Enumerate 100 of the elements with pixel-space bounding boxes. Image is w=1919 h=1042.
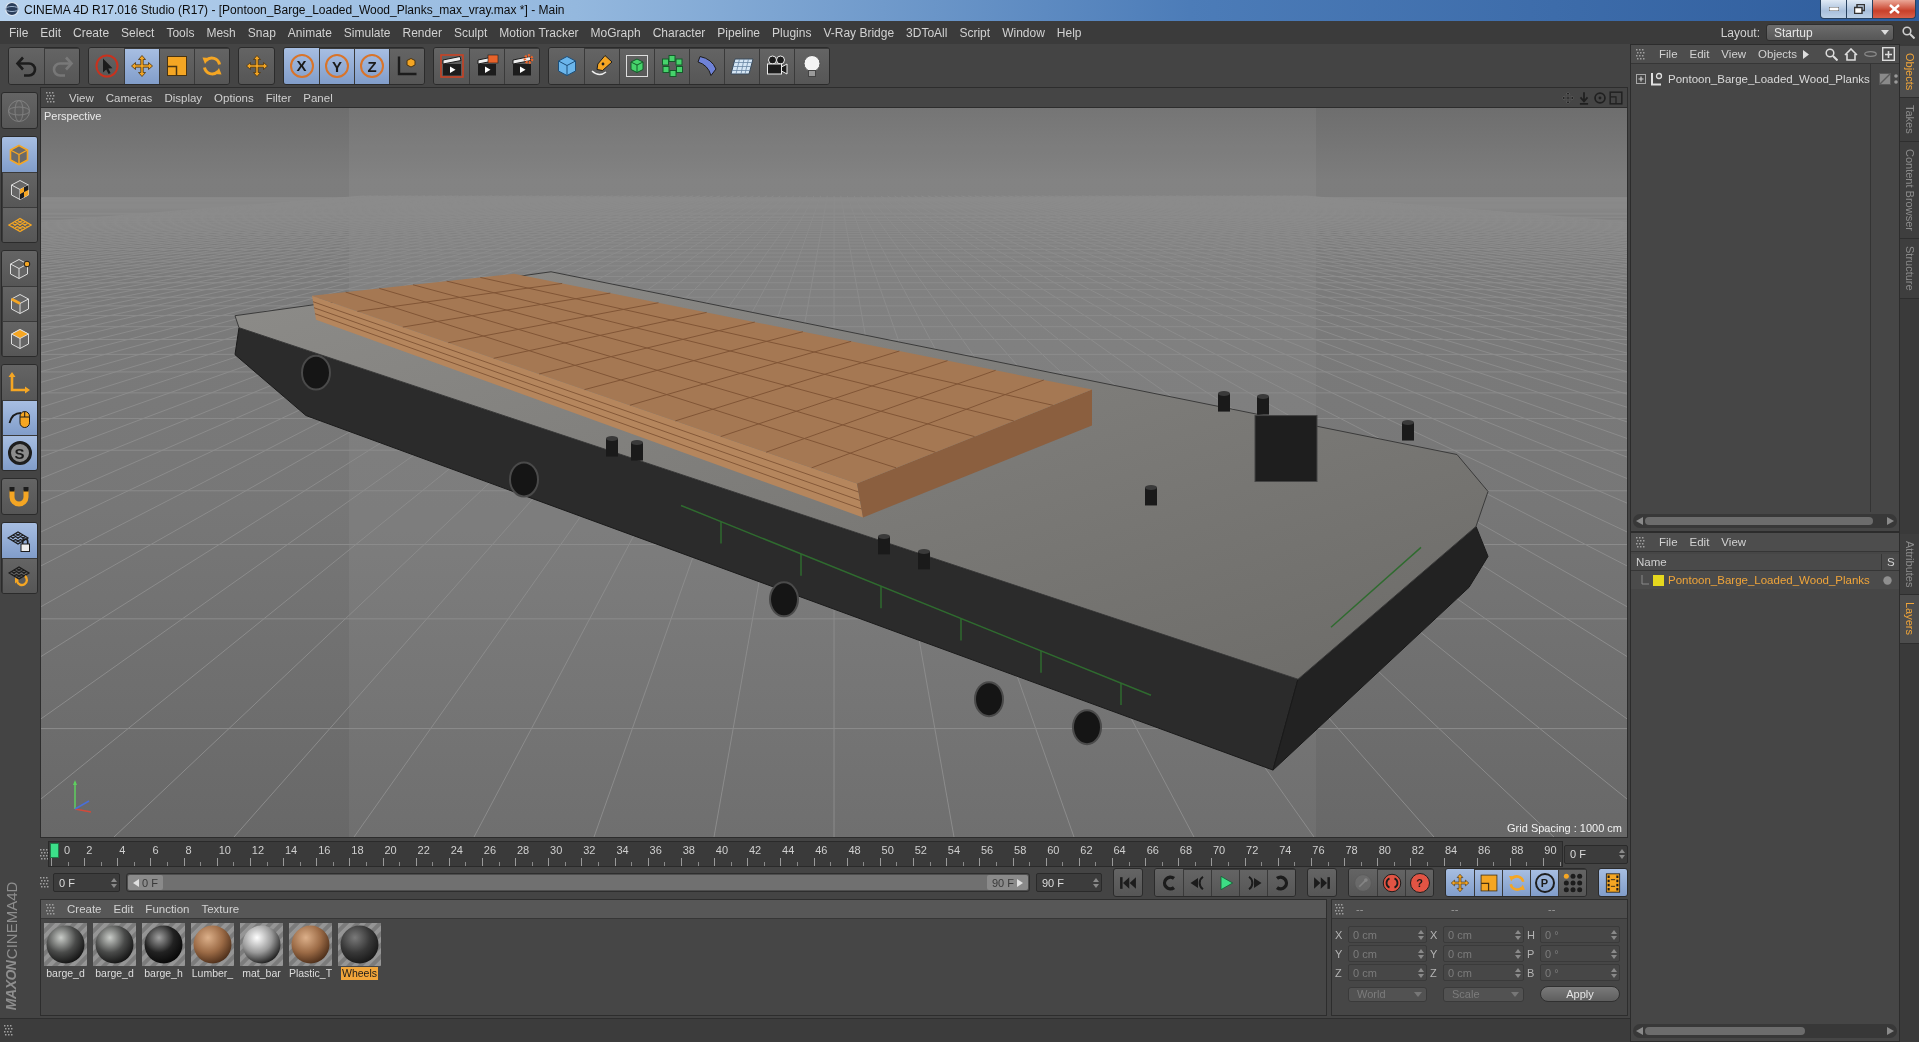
render-settings-button[interactable] bbox=[504, 47, 539, 84]
menu-item[interactable]: File bbox=[3, 21, 35, 44]
axis-lock-button[interactable]: X bbox=[284, 47, 319, 84]
material-swatch[interactable]: Plastic_T bbox=[287, 923, 334, 980]
workplane-mode-button[interactable] bbox=[1, 207, 37, 242]
grip-handle-icon[interactable] bbox=[1335, 903, 1344, 915]
scroll-right-arrow-icon[interactable] bbox=[1887, 1027, 1894, 1035]
material-swatch[interactable]: barge_d bbox=[42, 923, 89, 980]
restore-button[interactable] bbox=[1846, 0, 1873, 19]
circle-dot-icon[interactable] bbox=[1593, 90, 1607, 105]
menu-item[interactable]: Window bbox=[996, 21, 1051, 44]
camera-button[interactable] bbox=[759, 47, 794, 84]
horizontal-scrollbar[interactable] bbox=[1633, 1024, 1897, 1038]
side-tab[interactable]: Structure bbox=[1900, 239, 1919, 299]
model-mode-button[interactable] bbox=[1, 137, 37, 172]
menu-item[interactable]: Mesh bbox=[200, 21, 242, 44]
edges-mode-button[interactable] bbox=[1, 286, 37, 321]
dot-icon[interactable] bbox=[1883, 575, 1892, 585]
subdivision-button[interactable] bbox=[619, 47, 654, 84]
material-swatch[interactable]: barge_h bbox=[140, 923, 187, 980]
parameter-key-button[interactable]: P bbox=[1530, 869, 1558, 896]
menu-item[interactable]: Plugins bbox=[766, 21, 818, 44]
viewport-menu-item[interactable]: Panel bbox=[297, 88, 339, 107]
cloner-button[interactable] bbox=[654, 47, 689, 84]
side-tab[interactable]: Layers bbox=[1900, 595, 1919, 644]
object-name[interactable]: Pontoon_Barge_Loaded_Wood_Planks bbox=[1668, 73, 1870, 85]
grip-handle-icon[interactable] bbox=[1636, 536, 1645, 548]
timeline-button[interactable] bbox=[1598, 868, 1628, 897]
position-key-button[interactable] bbox=[1446, 869, 1474, 896]
menu-item[interactable]: Edit bbox=[1683, 533, 1716, 551]
pen-tool-button[interactable] bbox=[584, 47, 619, 84]
menu-item[interactable]: Script bbox=[953, 21, 997, 44]
previous-frame-button[interactable] bbox=[1183, 869, 1211, 896]
previous-key-button[interactable] bbox=[1155, 869, 1183, 896]
home-icon[interactable] bbox=[1844, 47, 1858, 61]
scale-tool-button[interactable] bbox=[159, 47, 194, 84]
playhead-handle[interactable] bbox=[50, 843, 59, 858]
viewport-menu-item[interactable]: Filter bbox=[259, 88, 298, 107]
menu-item[interactable]: Edit bbox=[107, 900, 140, 918]
select-tool-button[interactable] bbox=[89, 47, 124, 84]
plus-box-icon[interactable] bbox=[1882, 47, 1895, 61]
side-tab[interactable]: Objects bbox=[1900, 46, 1919, 99]
coordinate-system-button[interactable] bbox=[389, 47, 424, 84]
grip-handle-icon[interactable] bbox=[4, 1025, 13, 1036]
side-tab[interactable]: Attributes bbox=[1900, 534, 1919, 596]
texture-mode-button[interactable] bbox=[1, 172, 37, 207]
menu-item[interactable]: Pipeline bbox=[711, 21, 767, 44]
viewport-menu-item[interactable]: Display bbox=[158, 88, 209, 107]
next-frame-button[interactable] bbox=[1239, 869, 1267, 896]
side-tab[interactable]: Content Browser bbox=[1900, 142, 1919, 239]
deformer-button[interactable] bbox=[689, 47, 724, 84]
undo-button[interactable] bbox=[9, 47, 44, 84]
scrollbar-thumb[interactable] bbox=[1645, 1027, 1805, 1035]
grip-handle-icon[interactable] bbox=[46, 92, 55, 103]
menu-item[interactable]: Objects bbox=[1752, 45, 1804, 63]
viewport-menu-item[interactable]: Cameras bbox=[99, 88, 159, 107]
menu-item[interactable]: Render bbox=[396, 21, 448, 44]
snap-button[interactable]: S bbox=[1, 435, 37, 470]
menu-item[interactable]: Animate bbox=[281, 21, 338, 44]
go-to-end-button[interactable] bbox=[1307, 868, 1337, 897]
horizontal-scrollbar[interactable] bbox=[1633, 514, 1897, 528]
scale-key-button[interactable] bbox=[1474, 869, 1502, 896]
scroll-right-arrow-icon[interactable] bbox=[1887, 517, 1894, 525]
record-button[interactable] bbox=[1377, 869, 1405, 896]
axis-lock-button[interactable]: Z bbox=[354, 47, 389, 84]
expand-plus-icon[interactable] bbox=[1636, 74, 1646, 84]
menu-item[interactable]: 3DToAll bbox=[900, 21, 954, 44]
polygons-mode-button[interactable] bbox=[1, 321, 37, 356]
layout-dropdown[interactable]: Startup bbox=[1766, 24, 1894, 41]
column-header[interactable]: S bbox=[1881, 554, 1899, 570]
points-mode-button[interactable] bbox=[1, 251, 37, 286]
grip-handle-icon[interactable] bbox=[1636, 48, 1645, 60]
search-icon[interactable] bbox=[1825, 47, 1838, 61]
align-workplane-button[interactable] bbox=[1, 558, 37, 593]
minimize-button[interactable] bbox=[1820, 0, 1847, 19]
menu-item[interactable]: Sculpt bbox=[447, 21, 494, 44]
material-swatch[interactable]: barge_d bbox=[91, 923, 138, 980]
frame-range-slider[interactable]: 0 F 90 F bbox=[126, 873, 1030, 892]
menu-item[interactable]: Simulate bbox=[337, 21, 397, 44]
floor-object-button[interactable] bbox=[724, 47, 759, 84]
play-button[interactable] bbox=[1211, 869, 1239, 896]
close-button[interactable] bbox=[1872, 0, 1916, 19]
viewport-menu-item[interactable]: Options bbox=[208, 88, 260, 107]
axis-lock-button[interactable]: Y bbox=[319, 47, 354, 84]
transform-tool-button[interactable] bbox=[238, 46, 275, 85]
menu-item[interactable]: View bbox=[1715, 533, 1753, 551]
timeline-ruler[interactable]: 0 2 4 6 8 10 12 14 16 18 20 22 24 26 28 30 32 34 36 38 40 42 44 46 48 50 52 54 56 58 60 62 64 66 68 70 72 74 76 78 80 82 84 86 88 90 bbox=[48, 841, 1563, 867]
menu-item[interactable]: File bbox=[1653, 45, 1684, 63]
menu-item[interactable]: Create bbox=[61, 900, 108, 918]
menu-item[interactable]: Tools bbox=[160, 21, 201, 44]
material-swatch[interactable]: mat_bar bbox=[238, 923, 285, 980]
lock-workplane-button[interactable] bbox=[1, 523, 37, 558]
menu-item[interactable]: Edit bbox=[34, 21, 68, 44]
move-tool-button[interactable] bbox=[124, 47, 159, 84]
axis-mode-button[interactable] bbox=[1, 365, 37, 400]
column-header[interactable]: Name bbox=[1631, 554, 1881, 570]
grip-handle-icon[interactable] bbox=[40, 877, 49, 888]
scrollbar-thumb[interactable] bbox=[1645, 517, 1873, 525]
menu-item[interactable]: View bbox=[1715, 45, 1753, 63]
rotate-tool-button[interactable] bbox=[194, 47, 229, 84]
